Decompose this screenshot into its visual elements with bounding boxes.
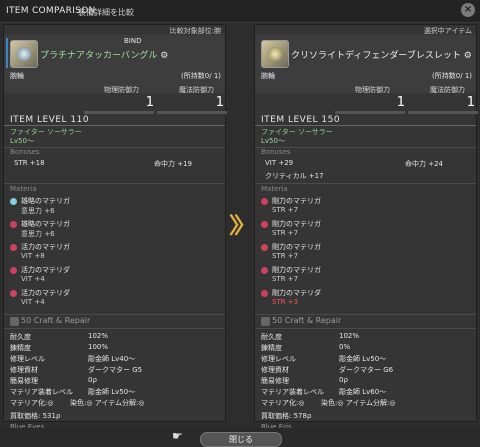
materia-value: VIT +4 xyxy=(21,275,45,283)
hq-icon: ⚙ xyxy=(463,51,472,61)
materia-icon xyxy=(10,221,17,228)
mag-def-label: 魔法防御力 xyxy=(430,86,465,94)
title-bar[interactable]: ITEM COMPARISON 装備詳細を比較 × xyxy=(0,0,480,23)
materia-name: 雄略のマテリガ xyxy=(21,197,70,205)
divider xyxy=(4,328,225,329)
stat-divider xyxy=(84,111,154,114)
bracelet-icon xyxy=(261,40,289,68)
materia-name: 剛力のマテリガ xyxy=(272,197,321,205)
compare-target-panel: 比較対象部位:腕 BIND プラチナアタッカーバングル ⚙ 腕輪 (所持数0/ … xyxy=(3,24,227,431)
materia-name: 活力のマテリダ xyxy=(21,266,70,274)
bonus-stat: STR +18 xyxy=(14,159,45,167)
materia-name: 活力のマテリガ xyxy=(21,243,70,251)
materia-icon xyxy=(261,290,268,297)
materia-icon xyxy=(261,267,268,274)
divider xyxy=(255,314,476,315)
materia-name: 剛力のマテリガ xyxy=(272,243,321,251)
bonus-stat: 命中力 +24 xyxy=(405,160,443,168)
materia-name: 活力のマテリダ xyxy=(21,289,70,297)
craft-repair-label: 50 Craft & Repair xyxy=(21,316,91,325)
owned-count: (所持数0/ 1) xyxy=(432,72,472,80)
bonus-stat: クリティカル +17 xyxy=(265,172,324,180)
level-req: Lv50～ xyxy=(261,137,285,145)
materia-icon xyxy=(10,267,17,274)
materia-label: Materia xyxy=(10,185,37,193)
phys-def-label: 物理防御力 xyxy=(104,86,139,94)
item-comparison-window: ITEM COMPARISON 装備詳細を比較 × 比較対象部位:腕 BIND … xyxy=(0,0,480,447)
materia-icon xyxy=(10,244,17,251)
materia-value: STR +7 xyxy=(272,252,299,260)
materia-icon xyxy=(261,198,268,205)
selection-indicator xyxy=(6,38,8,68)
craft-repair-label: 50 Craft & Repair xyxy=(272,316,342,325)
bangle-icon xyxy=(10,40,38,68)
slot-label: 腕輪 xyxy=(261,72,275,80)
bonus-stat: VIT +29 xyxy=(265,159,294,167)
materia-value: STR +3 xyxy=(272,298,299,306)
divider xyxy=(255,328,476,329)
pointer-hand-icon: ☛ xyxy=(172,429,183,443)
owned-count: (所持数0/ 1) xyxy=(181,72,221,80)
divider xyxy=(255,125,476,126)
compare-arrow-icon: 〉〉 xyxy=(229,214,256,239)
window-subtitle: 装備詳細を比較 xyxy=(78,8,134,17)
materia-value: 意思力 +6 xyxy=(21,230,55,238)
materia-value: STR +7 xyxy=(272,206,299,214)
close-button[interactable]: 閉じる xyxy=(200,432,282,447)
divider xyxy=(4,183,225,184)
materia-name: 雄略のマテリガ xyxy=(21,220,70,228)
materia-icon xyxy=(261,244,268,251)
selected-item-panel: 選択中アイテム クリソライトディフェンダーブレスレット ⚙ 腕輪 (所持数0/ … xyxy=(254,24,478,431)
close-icon[interactable]: × xyxy=(461,3,475,17)
materia-value: STR +7 xyxy=(272,275,299,283)
item-level: ITEM LEVEL 110 xyxy=(10,115,90,125)
phys-def-value: 1 xyxy=(396,95,405,110)
mag-def-value: 1 xyxy=(466,95,475,110)
craft-icon xyxy=(261,317,270,326)
bonuses-label: Bonuses xyxy=(261,148,291,156)
stat-divider xyxy=(157,111,227,114)
materia-name: 剛力のマテリガ xyxy=(272,266,321,274)
phys-def-label: 物理防御力 xyxy=(355,86,390,94)
materia-name: 剛力のマテリダ xyxy=(272,289,321,297)
divider xyxy=(255,183,476,184)
materia-icon xyxy=(10,198,17,205)
sell-price: 買取価格: 578ρ xyxy=(261,412,312,420)
sell-price: 買取価格: 531ρ xyxy=(10,412,61,420)
materia-icon xyxy=(10,290,17,297)
divider xyxy=(4,125,225,126)
mag-def-value: 1 xyxy=(215,95,224,110)
mag-def-label: 魔法防御力 xyxy=(179,86,214,94)
bonus-stat: 命中力 +19 xyxy=(154,160,192,168)
materia-value: 意思力 +6 xyxy=(21,207,55,215)
item-name: プラチナアタッカーバングル ⚙ xyxy=(40,51,169,61)
craft-icon xyxy=(10,317,19,326)
item-level: ITEM LEVEL 150 xyxy=(261,115,341,125)
bonuses-label: Bonuses xyxy=(10,148,40,156)
item-name: クリソライトディフェンダーブレスレット ⚙ xyxy=(291,51,472,61)
divider xyxy=(4,314,225,315)
materia-value: VIT +8 xyxy=(21,252,45,260)
materia-value: STR +7 xyxy=(272,229,299,237)
slot-label: 腕輪 xyxy=(10,72,24,80)
stat-divider xyxy=(335,111,405,114)
phys-def-value: 1 xyxy=(145,95,154,110)
materia-value: VIT +4 xyxy=(21,298,45,306)
materia-name: 剛力のマテリガ xyxy=(272,220,321,228)
bind-label: BIND xyxy=(124,37,142,45)
level-req: Lv50～ xyxy=(10,137,34,145)
materia-label: Materia xyxy=(261,185,288,193)
materia-icon xyxy=(261,221,268,228)
stat-divider xyxy=(408,111,478,114)
hq-icon: ⚙ xyxy=(160,51,169,61)
